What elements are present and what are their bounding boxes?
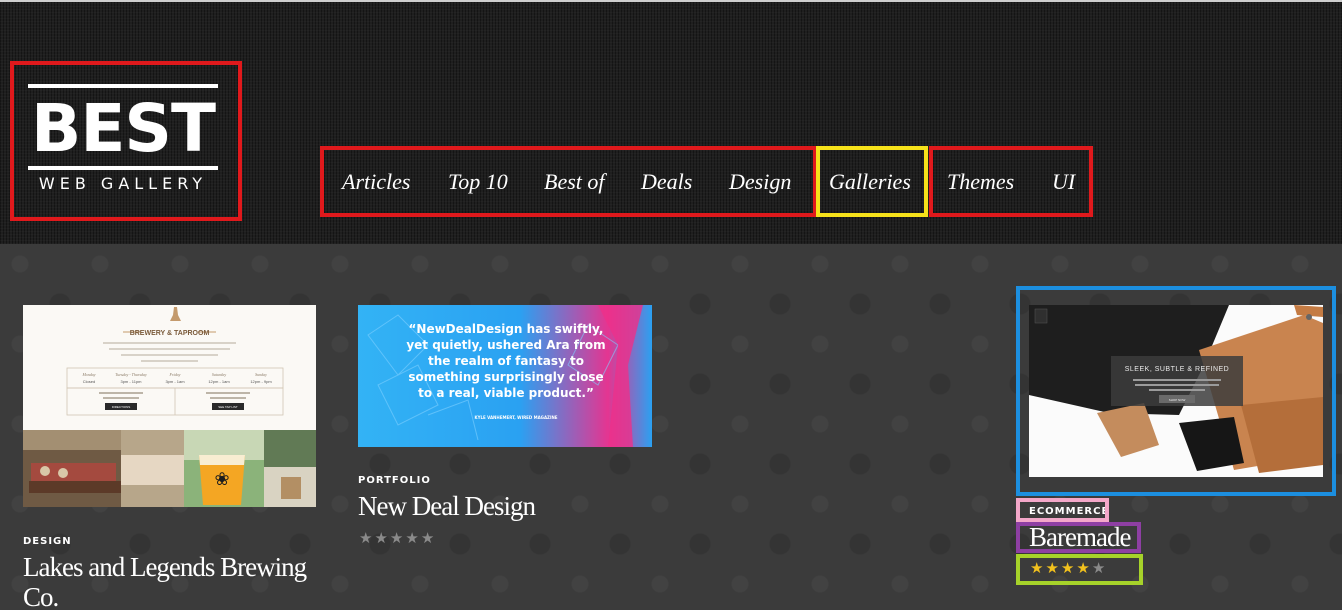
day-label: Sunday — [255, 372, 267, 377]
logo-wordmark: BEST — [31, 90, 216, 167]
hours-label: 3pm - 11pm — [120, 379, 142, 384]
card-thumbnail-lakes-legends[interactable]: BREWERY & TAPROOM Monday Tuesday - Thurs… — [23, 305, 316, 507]
star-filled-icon[interactable]: ★ — [1076, 560, 1091, 577]
quote-line: yet quietly, ushered Ara from — [406, 338, 605, 352]
day-label: Saturday — [212, 372, 227, 377]
card-title[interactable]: New Deal Design — [358, 491, 536, 521]
quote-line: the realm of fantasy to — [428, 354, 584, 368]
nav-themes[interactable]: Themes — [947, 168, 1014, 196]
logo-subtitle: WEB GALLERY — [38, 174, 208, 193]
star-filled-icon[interactable]: ★ — [1030, 560, 1045, 577]
star-empty-icon[interactable]: ★ — [359, 530, 374, 547]
quote-line: something surprisingly close — [408, 370, 603, 384]
shop-now-label: SHOP NOW — [1169, 398, 1186, 402]
day-label: Tuesday - Thursday — [115, 372, 147, 377]
tap-list-label: SEE TAP LIST — [218, 405, 238, 409]
quote-attribution: KYLE VANHEMERT, WIRED MAGAZINE — [474, 415, 557, 420]
hours-label: Closed — [83, 379, 95, 384]
card-category[interactable]: ECOMMERCE — [1029, 506, 1109, 518]
star-empty-icon[interactable]: ★ — [421, 530, 436, 547]
day-label: Monday — [81, 372, 95, 377]
nav-best-of[interactable]: Best of — [544, 168, 605, 196]
nav-top-10[interactable]: Top 10 — [448, 168, 508, 196]
card-thumbnail-baremade[interactable]: SLEEK, SUBTLE & REFINED SHOP NOW — [1029, 305, 1323, 477]
logo-top-rule — [28, 84, 218, 88]
directions-label: DIRECTIONS — [112, 405, 131, 409]
brewery-heading: BREWERY & TAPROOM — [130, 330, 210, 337]
hours-label: 12pm - 9pm — [250, 379, 272, 384]
day-label: Friday — [169, 372, 181, 377]
baremade-thumbnail-graphic: SLEEK, SUBTLE & REFINED SHOP NOW — [1029, 305, 1323, 477]
nav-deals[interactable]: Deals — [641, 168, 692, 196]
card-thumbnail-new-deal-design[interactable]: “NewDealDesign has swiftly, yet quietly,… — [358, 305, 652, 447]
nav-design[interactable]: Design — [729, 168, 791, 196]
card-category[interactable]: PORTFOLIO — [358, 475, 431, 487]
logo-bottom-rule — [28, 166, 218, 170]
site-logo[interactable]: BEST WEB GALLERY — [24, 82, 222, 200]
nav-ui[interactable]: UI — [1052, 168, 1075, 196]
baremade-heading: SLEEK, SUBTLE & REFINED — [1125, 366, 1229, 373]
quote-line: “NewDealDesign has swiftly, — [409, 322, 604, 336]
star-empty-icon[interactable]: ★ — [1092, 560, 1107, 577]
star-filled-icon[interactable]: ★ — [1045, 560, 1060, 577]
rating-stars: ★★★★★ — [1030, 561, 1107, 577]
nav-articles[interactable]: Articles — [342, 168, 410, 196]
card-title-line1[interactable]: Lakes and Legends Brewing — [23, 552, 307, 582]
nav-galleries[interactable]: Galleries — [829, 168, 911, 196]
quote-line: to a real, viable product.” — [418, 386, 594, 400]
card-title[interactable]: Baremade — [1029, 522, 1131, 552]
brewery-thumbnail-graphic: BREWERY & TAPROOM Monday Tuesday - Thurs… — [23, 305, 316, 507]
star-empty-icon[interactable]: ★ — [390, 530, 405, 547]
hours-label: 12pm - 1am — [208, 379, 230, 384]
rating-stars: ★★★★★ — [359, 531, 436, 547]
star-empty-icon[interactable]: ★ — [405, 530, 420, 547]
new-deal-thumbnail-graphic: “NewDealDesign has swiftly, yet quietly,… — [358, 305, 652, 447]
hours-label: 3pm - 1am — [165, 379, 185, 384]
star-filled-icon[interactable]: ★ — [1061, 560, 1076, 577]
star-empty-icon[interactable]: ★ — [374, 530, 389, 547]
card-category[interactable]: DESIGN — [23, 536, 72, 548]
svg-text:❀: ❀ — [214, 469, 229, 489]
card-title-line2[interactable]: Co. — [23, 582, 59, 610]
